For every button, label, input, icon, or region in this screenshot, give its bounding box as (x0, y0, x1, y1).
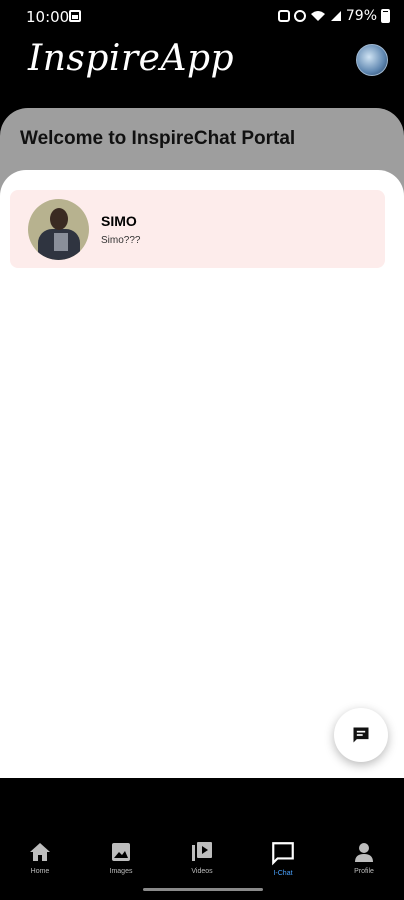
chat-name: SIMO (101, 213, 137, 229)
profile-avatar[interactable] (356, 44, 388, 76)
chat-icon (272, 842, 294, 866)
nav-label-profile: Profile (354, 868, 374, 875)
status-time: 10:00 (26, 8, 70, 26)
nav-home[interactable]: Home (0, 840, 80, 875)
chat-list-item[interactable]: SIMO Simo??? (10, 190, 385, 268)
nav-ichat[interactable]: I-Chat (243, 840, 323, 877)
nav-label-videos: Videos (191, 868, 213, 875)
signal-icon (330, 10, 342, 22)
new-chat-button[interactable] (334, 708, 388, 762)
home-icon (30, 843, 50, 861)
alarm-icon (293, 10, 306, 22)
status-bar: 10:00 79% (0, 0, 404, 34)
nav-label-home: Home (30, 868, 50, 875)
photo-icon (69, 10, 81, 22)
lock-icon (277, 10, 290, 22)
nav-profile[interactable]: Profile (324, 840, 404, 875)
image-icon (112, 843, 130, 861)
chat-icon (353, 727, 369, 743)
app-logo: InspireApp (28, 38, 235, 79)
battery-percent: 79% (345, 8, 377, 24)
person-icon (355, 843, 373, 862)
nav-videos[interactable]: Videos (162, 840, 242, 875)
nav-images[interactable]: Images (81, 840, 161, 875)
wifi-icon (310, 10, 326, 22)
bottom-nav (0, 778, 404, 900)
page-title: Welcome to InspireChat Portal (20, 128, 296, 149)
chat-avatar (28, 199, 89, 260)
chat-list: SIMO Simo??? (0, 170, 404, 778)
battery-icon (381, 9, 390, 23)
video-icon (192, 842, 212, 861)
chat-preview: Simo??? (101, 235, 141, 246)
status-icons: 79% (277, 8, 390, 24)
nav-label-ichat: I-Chat (273, 870, 293, 877)
app-header: InspireApp (0, 34, 404, 110)
home-indicator[interactable] (143, 888, 263, 891)
nav-label-images: Images (109, 868, 133, 875)
